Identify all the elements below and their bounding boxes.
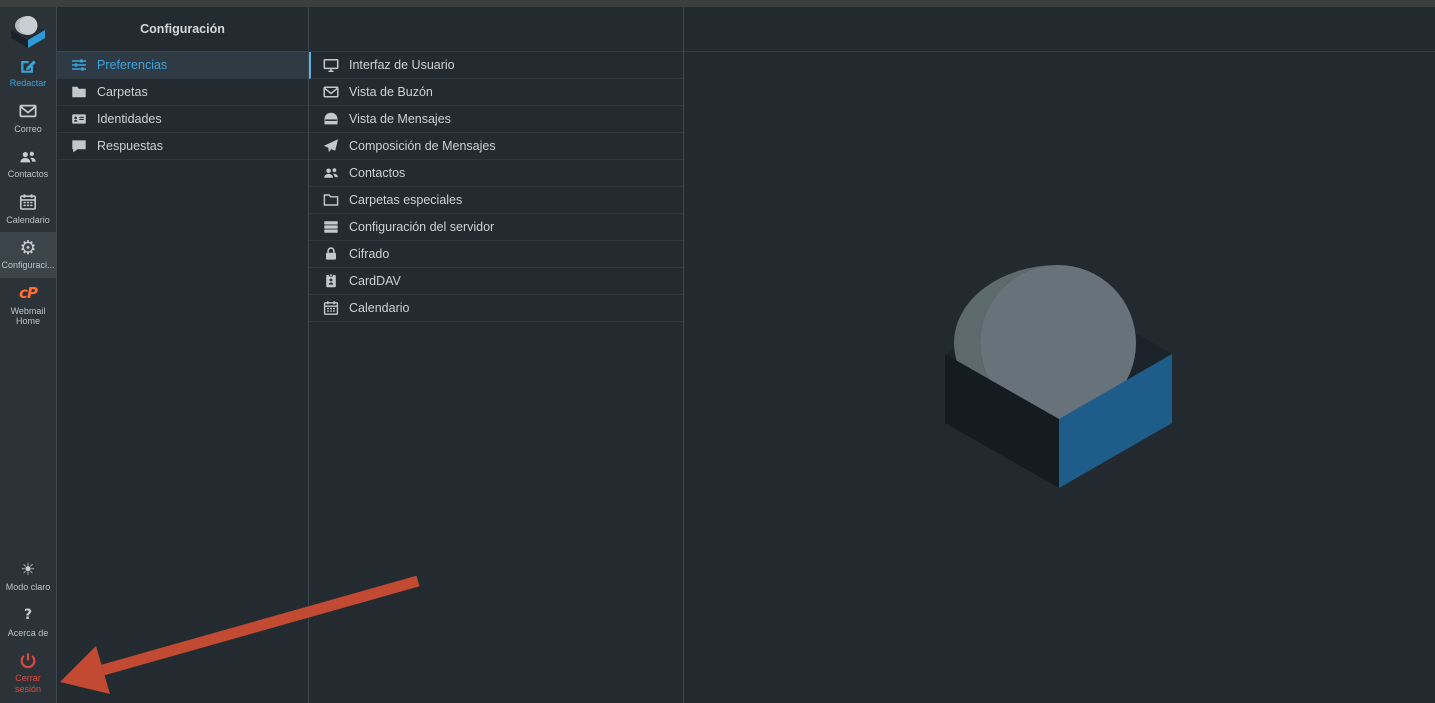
sidebar-item-label: Calendario [6,215,50,226]
preference-item-label: Cifrado [349,247,389,261]
preference-item-label: CardDAV [349,274,401,288]
pref-message-display[interactable]: Vista de Mensajes [309,106,683,133]
sidebar-item-label: Acerca de [8,628,49,639]
sidebar-item-settings[interactable]: ⚙ Configuraci... [0,232,56,278]
question-icon: ? [24,606,32,625]
folder-icon [70,84,87,101]
sidebar-item-compose[interactable]: Redactar [0,50,56,96]
preference-item-label: Vista de Mensajes [349,112,451,126]
sun-icon: ☀ [20,560,35,579]
settings-nav-responses[interactable]: Respuestas [57,133,308,160]
preferences-header [309,7,683,52]
preference-item-label: Calendario [349,301,409,315]
idcard-icon [70,111,87,128]
content-header [684,7,1435,52]
contacts-icon [19,147,37,166]
settings-nav-preferences[interactable]: Preferencias [57,51,308,79]
paper-plane-icon [322,138,339,155]
chat-icon [70,138,87,155]
sidebar-item-label: Configuraci... [1,260,54,271]
watermark-cube-sphere-logo [944,259,1176,493]
pref-encryption[interactable]: Cifrado [309,241,683,268]
sidebar-item-webmail-home[interactable]: cP Webmail Home [0,278,56,334]
folder-outline-icon [322,192,339,209]
pref-calendar[interactable]: Calendario [309,295,683,322]
sidebar-item-label: Correo [14,124,42,135]
webmail-logo[interactable] [0,7,56,50]
pref-composing[interactable]: Composición de Mensajes [309,133,683,160]
preference-item-label: Contactos [349,166,405,180]
settings-nav-label: Carpetas [97,85,148,99]
pref-user-interface[interactable]: Interfaz de Usuario [309,52,683,79]
settings-nav-list: Preferencias Carpetas Identidades Respue… [57,52,308,703]
preference-item-label: Composición de Mensajes [349,139,496,153]
settings-nav-label: Identidades [97,112,162,126]
users-icon [322,165,339,182]
gear-icon: ⚙ [19,238,36,257]
preference-item-label: Configuración del servidor [349,220,494,234]
sidebar-item-label: Contactos [8,169,49,180]
preference-item-label: Interfaz de Usuario [349,58,455,72]
lock-icon [322,246,339,263]
cpanel-icon: cP [19,284,37,303]
sidebar-item-light-mode[interactable]: ☀ Modo claro [0,554,56,600]
sliders-icon [70,57,87,74]
preferences-list: Interfaz de Usuario Vista de Buzón Vista… [309,52,683,703]
compose-icon [19,56,37,75]
sidebar-item-calendar[interactable]: Calendario [0,187,56,233]
sidebar-item-label: Cerrar sesión [1,673,55,694]
mail-icon [19,102,37,121]
preference-item-label: Carpetas especiales [349,193,462,207]
preferences-column: Interfaz de Usuario Vista de Buzón Vista… [309,7,684,703]
envelope-open-icon [322,111,339,128]
settings-nav-folders[interactable]: Carpetas [57,79,308,106]
power-icon [19,651,37,670]
settings-nav-identities[interactable]: Identidades [57,106,308,133]
calendar-icon [19,193,37,212]
pref-carddav[interactable]: CardDAV [309,268,683,295]
calendar-icon [322,300,339,317]
pref-mailbox-view[interactable]: Vista de Buzón [309,79,683,106]
sidebar-item-label: Webmail Home [11,306,46,327]
pref-server-settings[interactable]: Configuración del servidor [309,214,683,241]
server-icon [322,219,339,236]
settings-nav-label: Respuestas [97,139,163,153]
preference-item-label: Vista de Buzón [349,85,433,99]
sidebar-item-label: Redactar [10,78,47,89]
sidebar-item-label: Modo claro [6,582,51,593]
settings-nav-column: Configuración Preferencias Carpetas Iden… [57,7,309,703]
sidebar-item-about[interactable]: ? Acerca de [0,600,56,646]
settings-title: Configuración [57,7,308,52]
pref-special-folders[interactable]: Carpetas especiales [309,187,683,214]
pref-contacts[interactable]: Contactos [309,160,683,187]
card-badge-icon [322,273,339,290]
settings-nav-label: Preferencias [97,58,167,72]
cube-sphere-logo-icon [8,9,48,49]
sidebar-item-contacts[interactable]: Contactos [0,141,56,187]
monitor-icon [322,57,339,74]
content-pane [684,7,1435,703]
sidebar-item-mail[interactable]: Correo [0,96,56,142]
envelope-icon [322,84,339,101]
taskmenu-sidebar: Redactar Correo Contactos Calendario ⚙ C… [0,7,57,703]
sidebar-item-logout[interactable]: Cerrar sesión [0,645,56,701]
top-strip [0,0,1435,7]
